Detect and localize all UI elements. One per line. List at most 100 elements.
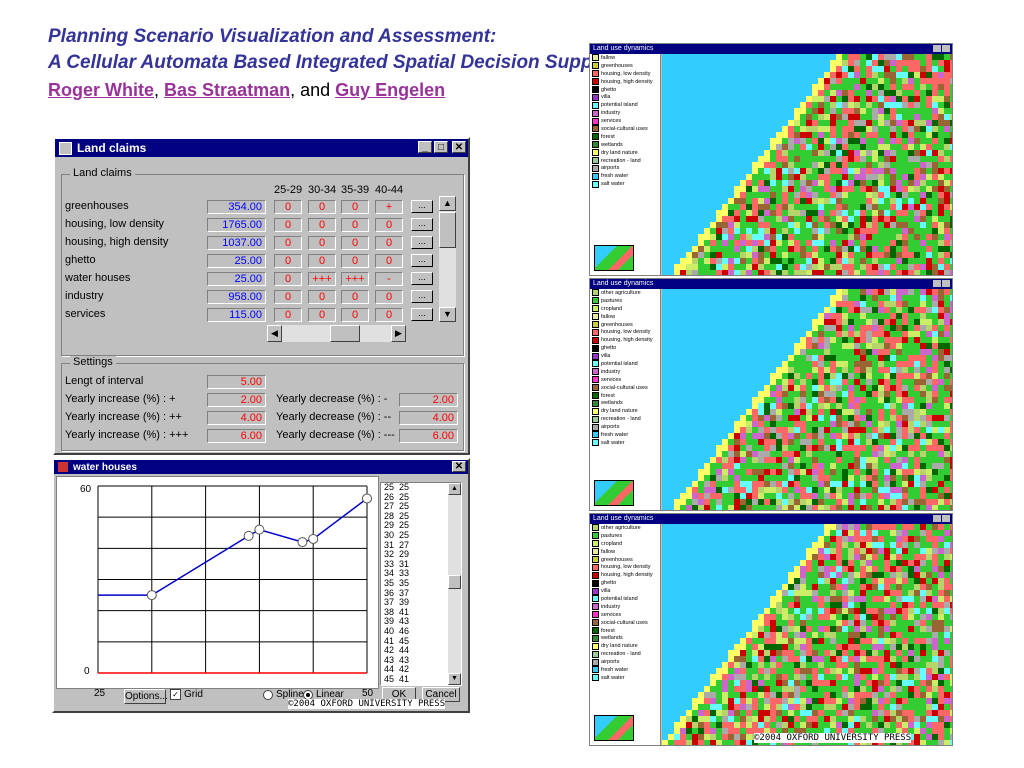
list-scrollbar[interactable]: ▲ ▼ — [448, 483, 461, 685]
legend-item[interactable]: housing, low density — [590, 328, 660, 336]
land-use-map[interactable] — [662, 54, 952, 275]
claim-period-cell[interactable]: 0 — [341, 218, 369, 232]
scroll-up-arrow-icon[interactable]: ▲ — [439, 196, 456, 211]
claim-value-field[interactable]: 25.00 — [207, 254, 266, 268]
options-button[interactable]: Options... — [124, 689, 168, 704]
scroll-thumb[interactable] — [330, 325, 360, 342]
legend-item[interactable]: villa — [590, 587, 660, 595]
grid-checkbox-wrap[interactable]: ✓ Grid — [170, 689, 203, 700]
legend-item[interactable]: potential island — [590, 360, 660, 368]
legend-item[interactable]: fresh water — [590, 431, 660, 439]
land-claims-titlebar[interactable]: Land claims _ □ ✕ — [55, 139, 468, 157]
maximize-button[interactable] — [933, 280, 941, 287]
legend-item[interactable]: services — [590, 117, 660, 125]
legend-item[interactable]: greenhouses — [590, 321, 660, 329]
map-overview-thumbnail[interactable] — [594, 480, 634, 506]
legend-item[interactable]: cropland — [590, 540, 660, 548]
edit-curve-button[interactable]: ... — [411, 308, 433, 321]
claim-period-cell[interactable]: 0 — [308, 218, 336, 232]
legend-item[interactable]: housing, low density — [590, 70, 660, 78]
legend-item[interactable]: forest — [590, 133, 660, 141]
claim-period-cell[interactable]: 0 — [308, 254, 336, 268]
claim-period-cell[interactable]: 0 — [375, 290, 403, 304]
legend-item[interactable]: recreation - land — [590, 157, 660, 165]
claim-period-cell[interactable]: 0 — [274, 200, 302, 214]
claim-period-cell[interactable]: 0 — [341, 254, 369, 268]
maximize-button[interactable]: □ — [434, 141, 448, 153]
claim-period-cell[interactable]: 0 — [308, 308, 336, 322]
legend-item[interactable]: recreation - land — [590, 415, 660, 423]
legend-item[interactable]: social-cultural uses — [590, 125, 660, 133]
legend-item[interactable]: airports — [590, 164, 660, 172]
scroll-down-arrow-icon[interactable]: ▼ — [439, 307, 456, 322]
legend-item[interactable]: cropland — [590, 305, 660, 313]
legend-item[interactable]: other agriculture — [590, 524, 660, 532]
map-window-titlebar[interactable]: Land use dynamics — [590, 44, 952, 54]
edit-curve-button[interactable]: ... — [411, 236, 433, 249]
map-window-titlebar[interactable]: Land use dynamics — [590, 514, 952, 524]
legend-item[interactable]: wetlands — [590, 634, 660, 642]
legend-item[interactable]: airports — [590, 658, 660, 666]
data-point-handle[interactable] — [362, 493, 372, 504]
decrease-1-field[interactable]: 2.00 — [399, 393, 458, 407]
claim-period-cell[interactable]: 0 — [375, 254, 403, 268]
horizontal-scrollbar[interactable]: ◀ ▶ — [267, 325, 406, 342]
legend-item[interactable]: wetlands — [590, 399, 660, 407]
legend-item[interactable]: ghetto — [590, 344, 660, 352]
claim-period-cell[interactable]: 0 — [341, 290, 369, 304]
legend-item[interactable]: fallow — [590, 313, 660, 321]
legend-item[interactable]: villa — [590, 93, 660, 101]
legend-item[interactable]: potential island — [590, 101, 660, 109]
scroll-up-arrow-icon[interactable]: ▲ — [448, 483, 461, 495]
map-overview-thumbnail[interactable] — [594, 715, 634, 741]
scroll-thumb[interactable] — [439, 212, 456, 248]
claim-period-cell[interactable]: 0 — [308, 200, 336, 214]
legend-item[interactable]: social-cultural uses — [590, 619, 660, 627]
legend-item[interactable]: wetlands — [590, 141, 660, 149]
close-button[interactable] — [942, 280, 950, 287]
maximize-button[interactable] — [933, 45, 941, 52]
legend-item[interactable]: social-cultural uses — [590, 384, 660, 392]
legend-item[interactable]: industry — [590, 603, 660, 611]
legend-item[interactable]: housing, low density — [590, 563, 660, 571]
claim-value-field[interactable]: 958.00 — [207, 290, 266, 304]
land-use-map[interactable] — [662, 524, 952, 745]
increase-1-field[interactable]: 2.00 — [207, 393, 266, 407]
increase-3-field[interactable]: 6.00 — [207, 429, 266, 443]
author-link-roger-white[interactable]: Roger White — [48, 80, 154, 100]
legend-item[interactable]: other agriculture — [590, 289, 660, 297]
legend-item[interactable]: fallow — [590, 548, 660, 556]
scroll-left-arrow-icon[interactable]: ◀ — [267, 325, 282, 342]
legend-item[interactable]: housing, high density — [590, 571, 660, 579]
claim-period-cell[interactable]: - — [375, 272, 403, 286]
vertical-scrollbar[interactable]: ▲ ▼ — [439, 196, 456, 322]
legend-item[interactable]: dry land nature — [590, 642, 660, 650]
claim-period-cell[interactable]: 0 — [274, 308, 302, 322]
values-listbox[interactable]: 25 25 26 25 27 25 28 25 29 25 30 25 31 27 32 29… — [380, 482, 462, 686]
legend-item[interactable]: dry land nature — [590, 149, 660, 157]
legend-item[interactable]: salt water — [590, 439, 660, 447]
land-use-map[interactable] — [662, 289, 952, 510]
author-link-bas-straatman[interactable]: Bas Straatman — [164, 80, 290, 100]
claim-period-cell[interactable]: 0 — [308, 236, 336, 250]
minimize-button[interactable]: _ — [418, 141, 432, 153]
legend-item[interactable]: fallow — [590, 54, 660, 62]
linear-radio[interactable] — [303, 689, 313, 700]
claim-period-cell[interactable]: 0 — [341, 200, 369, 214]
claim-value-field[interactable]: 115.00 — [207, 308, 266, 322]
claim-period-cell[interactable]: 0 — [375, 218, 403, 232]
data-point-handle[interactable] — [308, 533, 319, 544]
claim-period-cell[interactable]: 0 — [341, 236, 369, 250]
scroll-thumb[interactable] — [448, 575, 461, 589]
close-button[interactable] — [942, 515, 950, 522]
legend-item[interactable]: industry — [590, 109, 660, 117]
claim-period-cell[interactable]: 0 — [274, 272, 302, 286]
grid-checkbox[interactable]: ✓ — [170, 689, 181, 700]
data-point-handle[interactable] — [254, 524, 265, 535]
claim-period-cell[interactable]: +++ — [308, 272, 336, 286]
legend-item[interactable]: potential island — [590, 595, 660, 603]
claim-period-cell[interactable]: 0 — [274, 254, 302, 268]
spline-radio[interactable] — [263, 689, 273, 700]
interval-field[interactable]: 5.00 — [207, 375, 266, 389]
legend-item[interactable]: services — [590, 376, 660, 384]
